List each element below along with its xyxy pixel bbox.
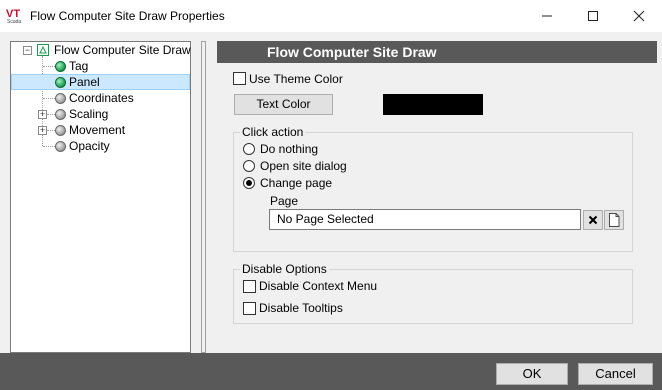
disable-context-menu-checkbox[interactable] (243, 280, 256, 293)
close-button[interactable] (616, 0, 662, 32)
page-icon (609, 213, 620, 227)
site-draw-icon (37, 44, 49, 56)
tree-item-tag[interactable]: Tag (69, 58, 88, 74)
vtscada-logo: VT Scada (6, 6, 26, 26)
clear-icon (588, 215, 598, 225)
tree-connector (43, 98, 55, 99)
close-icon (633, 10, 645, 22)
maximize-button[interactable] (570, 0, 616, 32)
disable-options-group (233, 269, 633, 324)
text-color-button[interactable]: Text Color (234, 94, 333, 115)
status-grey-icon (55, 141, 66, 152)
open-site-dialog-radio[interactable] (243, 160, 255, 172)
tree-connector (47, 130, 55, 131)
click-action-title: Click action (240, 125, 306, 139)
disable-tooltips-checkbox[interactable] (243, 302, 256, 315)
maximize-icon (588, 11, 598, 21)
tree-item-panel[interactable]: Panel (69, 74, 100, 90)
minimize-icon (542, 15, 552, 17)
panel-header: Flow Computer Site Draw (217, 41, 657, 63)
do-nothing-label: Do nothing (260, 142, 319, 156)
use-theme-color-label: Use Theme Color (249, 72, 343, 86)
change-page-label: Change page (260, 176, 333, 190)
disable-context-menu-label: Disable Context Menu (259, 279, 378, 293)
tree-item-coordinates[interactable]: Coordinates (69, 90, 134, 106)
disable-tooltips-label: Disable Tooltips (259, 301, 343, 315)
status-grey-icon (55, 125, 66, 136)
status-green-icon (55, 61, 66, 72)
tree-item-opacity[interactable]: Opacity (69, 138, 110, 154)
clear-page-button[interactable] (583, 210, 603, 230)
select-page-button[interactable] (604, 210, 624, 230)
ok-button[interactable]: OK (496, 363, 568, 385)
text-color-swatch[interactable] (383, 94, 483, 115)
status-grey-icon (55, 109, 66, 120)
title-bar: VT Scada Flow Computer Site Draw Propert… (0, 0, 662, 32)
tree-root[interactable]: Flow Computer Site Draw (54, 42, 191, 58)
change-page-radio[interactable] (243, 177, 255, 189)
tree-item-scaling[interactable]: Scaling (69, 106, 108, 122)
splitter[interactable] (201, 41, 206, 353)
page-label: Page (270, 194, 299, 208)
property-tree[interactable]: − Flow Computer Site Draw Tag Panel Coor… (10, 41, 191, 353)
expand-icon[interactable]: + (38, 110, 47, 119)
logo-subtext: Scada (7, 19, 21, 25)
do-nothing-radio[interactable] (243, 143, 255, 155)
status-green-icon (55, 77, 66, 88)
collapse-icon[interactable]: − (23, 46, 32, 55)
tree-connector (47, 114, 55, 115)
panel-header-title: Flow Computer Site Draw (267, 44, 437, 60)
use-theme-color-checkbox[interactable] (233, 72, 246, 85)
open-site-dialog-label: Open site dialog (260, 159, 347, 173)
tree-connector (43, 146, 55, 147)
dialog-footer: OK Cancel (0, 353, 662, 390)
page-field[interactable]: No Page Selected (269, 209, 581, 230)
minimize-button[interactable] (524, 0, 570, 32)
tree-item-movement[interactable]: Movement (69, 122, 125, 138)
disable-options-title: Disable Options (240, 262, 329, 276)
cancel-button[interactable]: Cancel (578, 363, 653, 385)
status-grey-icon (55, 93, 66, 104)
tree-item-panel-row[interactable] (11, 74, 190, 90)
window-title: Flow Computer Site Draw Properties (30, 9, 225, 23)
expand-icon[interactable]: + (38, 126, 47, 135)
tree-connector (43, 66, 55, 67)
